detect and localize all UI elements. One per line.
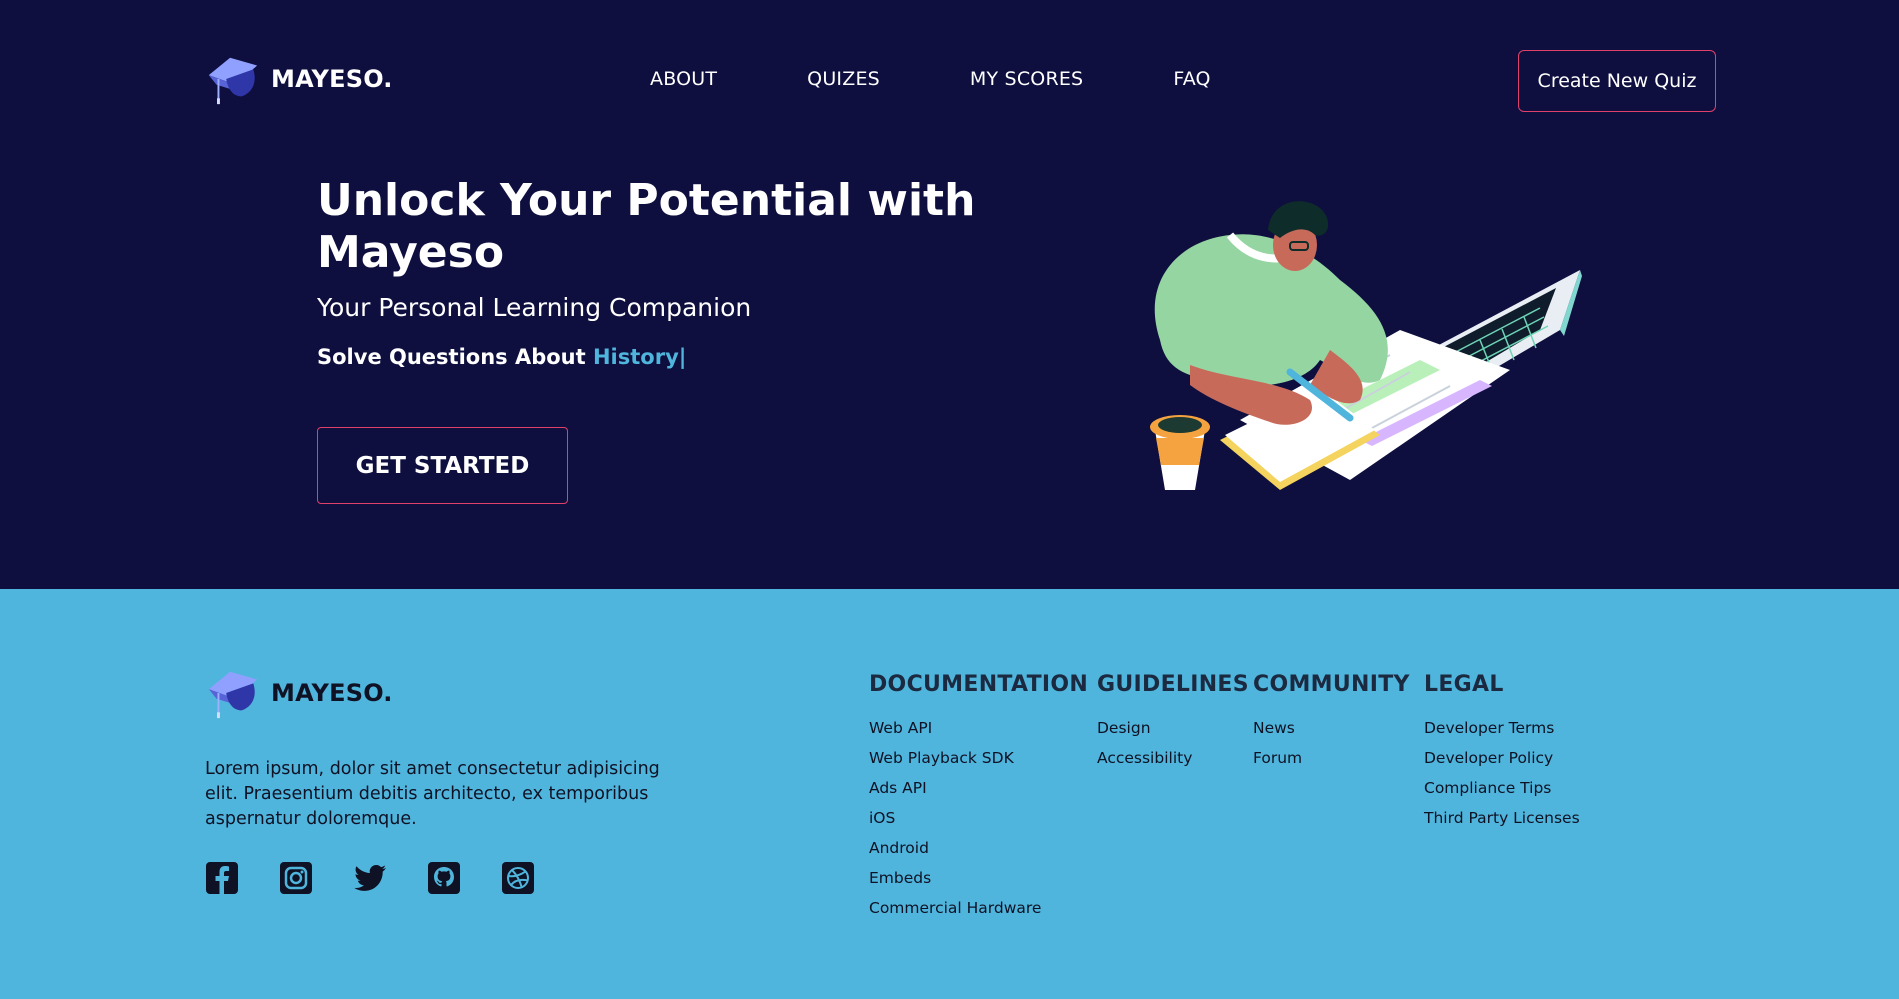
- footer-description: Lorem ipsum, dolor sit amet consectetur …: [205, 759, 660, 829]
- nav-quizes[interactable]: QUIZES: [807, 68, 880, 90]
- footer-link[interactable]: Web API: [869, 713, 1088, 743]
- footer-link[interactable]: iOS: [869, 803, 1088, 833]
- github-icon[interactable]: [427, 861, 461, 895]
- graduation-cap-icon: [208, 671, 258, 719]
- student-studying-illustration: [1150, 201, 1582, 490]
- footer-col-documentation: DOCUMENTATION Web API Web Playback SDK A…: [869, 672, 1088, 923]
- facebook-icon[interactable]: [205, 861, 239, 895]
- footer-col-title: GUIDELINES: [1097, 672, 1249, 697]
- hero-title: Unlock Your Potential with Mayeso: [317, 175, 976, 278]
- footer-link[interactable]: Compliance Tips: [1424, 773, 1580, 803]
- footer-col-guidelines: GUIDELINES Design Accessibility: [1097, 672, 1249, 773]
- footer-col-title: DOCUMENTATION: [869, 672, 1089, 697]
- hero-solve-line: Solve Questions About History|: [317, 345, 686, 369]
- footer-link[interactable]: Developer Terms: [1424, 713, 1580, 743]
- nav-faq[interactable]: FAQ: [1173, 68, 1210, 90]
- footer-col-title: LEGAL: [1424, 672, 1504, 697]
- solve-topic: History|: [592, 345, 687, 369]
- footer-link[interactable]: Forum: [1253, 743, 1410, 773]
- main-nav: ABOUT QUIZES MY SCORES FAQ: [650, 68, 1211, 90]
- footer-logo[interactable]: MAYESO.: [203, 664, 393, 722]
- brand-name: MAYESO.: [271, 65, 393, 93]
- footer-brand-name: MAYESO.: [271, 679, 393, 707]
- hero-subtitle: Your Personal Learning Companion: [317, 293, 752, 322]
- footer-link[interactable]: Android: [869, 833, 1088, 863]
- footer-link[interactable]: Accessibility: [1097, 743, 1249, 773]
- create-new-quiz-button[interactable]: Create New Quiz: [1518, 50, 1716, 112]
- footer-link[interactable]: Ads API: [869, 773, 1088, 803]
- footer-link[interactable]: News: [1253, 713, 1410, 743]
- twitter-icon[interactable]: [353, 861, 387, 895]
- footer-link[interactable]: Commercial Hardware: [869, 893, 1088, 923]
- hero-section: MAYESO. ABOUT QUIZES MY SCORES FAQ Creat…: [0, 0, 1899, 589]
- header-logo[interactable]: MAYESO.: [203, 50, 393, 108]
- site-footer: MAYESO. Lorem ipsum, dolor sit amet cons…: [0, 589, 1899, 999]
- footer-col-title: COMMUNITY: [1253, 672, 1410, 697]
- graduation-cap-icon: [208, 57, 258, 105]
- footer-link[interactable]: Third Party Licenses: [1424, 803, 1580, 833]
- instagram-icon[interactable]: [279, 861, 313, 895]
- footer-link[interactable]: Web Playback SDK: [869, 743, 1088, 773]
- footer-link[interactable]: Developer Policy: [1424, 743, 1580, 773]
- nav-my-scores[interactable]: MY SCORES: [970, 68, 1083, 90]
- footer-link[interactable]: Embeds: [869, 863, 1088, 893]
- footer-link[interactable]: Design: [1097, 713, 1249, 743]
- footer-col-legal: LEGAL Developer Terms Developer Policy C…: [1424, 672, 1580, 833]
- get-started-button[interactable]: GET STARTED: [317, 427, 568, 504]
- footer-col-community: COMMUNITY News Forum: [1253, 672, 1410, 773]
- solve-prefix: Solve Questions About: [317, 345, 593, 369]
- social-links: [205, 861, 535, 895]
- nav-about[interactable]: ABOUT: [650, 68, 717, 90]
- dribbble-icon[interactable]: [501, 861, 535, 895]
